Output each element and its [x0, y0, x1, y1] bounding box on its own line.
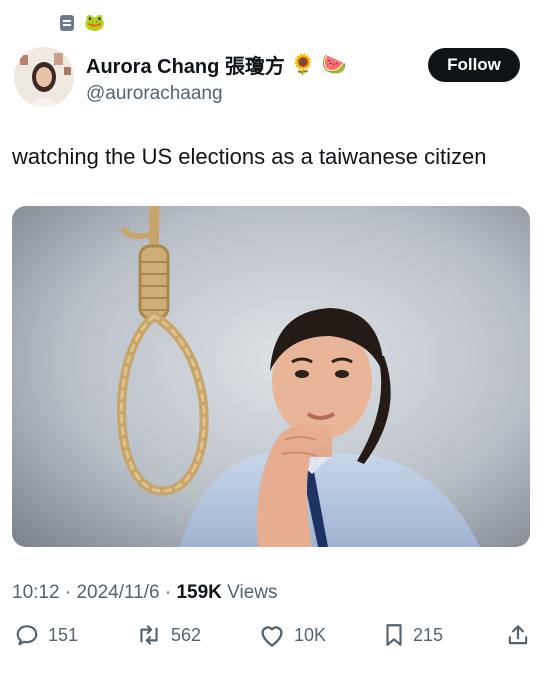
- avatar[interactable]: [14, 47, 74, 107]
- heart-icon: [261, 626, 283, 647]
- bookmark-action[interactable]: 215: [383, 622, 443, 648]
- header-icons: 🐸: [60, 14, 105, 32]
- author-display-name[interactable]: Aurora Chang 張瓊方: [86, 50, 285, 79]
- follow-button[interactable]: Follow: [428, 48, 520, 82]
- tweet-time[interactable]: 10:12: [12, 582, 60, 603]
- doc-badge-icon: [60, 15, 74, 31]
- bookmark-count: 215: [413, 624, 444, 645]
- repost-icon: [140, 625, 158, 645]
- like-action[interactable]: 10K: [258, 622, 326, 648]
- tweet-actions: 151 562 10K 215: [0, 622, 543, 658]
- noose-photo: [12, 206, 530, 547]
- meta-separator: ·: [64, 582, 72, 603]
- reply-icon: [16, 625, 38, 646]
- author-handle[interactable]: @aurorachaang: [86, 83, 347, 105]
- sunflower-emoji-icon: 🌻: [290, 53, 316, 76]
- author-block: Aurora Chang 張瓊方 🌻 🍉 @aurorachaang: [86, 50, 347, 105]
- avatar-image: [14, 47, 74, 107]
- like-count: 10K: [294, 624, 327, 645]
- share-action[interactable]: [505, 622, 531, 648]
- tweet-meta: 10:12 · 2024/11/6 · 159K Views: [12, 582, 278, 604]
- frog-emoji-icon: 🐸: [84, 13, 106, 32]
- views-label: Views: [227, 582, 278, 603]
- meta-separator: ·: [164, 582, 172, 603]
- tweet-media-image[interactable]: [12, 206, 530, 547]
- views-count: 159K: [176, 582, 222, 603]
- repost-count: 562: [171, 624, 202, 645]
- tweet-text: watching the US elections as a taiwanese…: [12, 144, 487, 169]
- tweet-date[interactable]: 2024/11/6: [76, 582, 159, 603]
- reply-count: 151: [48, 624, 79, 645]
- repost-action[interactable]: 562: [135, 622, 201, 648]
- share-icon: [508, 625, 528, 645]
- reply-action[interactable]: 151: [14, 622, 78, 648]
- bookmark-icon: [386, 624, 402, 646]
- watermelon-emoji-icon: 🍉: [321, 53, 347, 76]
